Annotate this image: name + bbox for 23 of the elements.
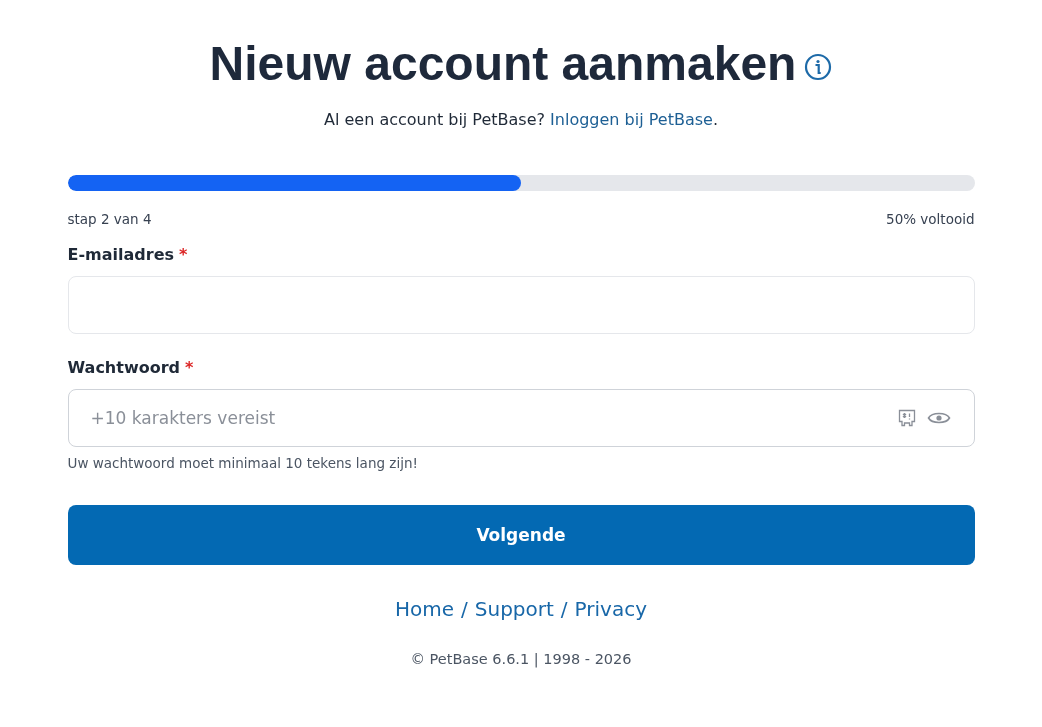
hint-text: Uw wachtwoord moet minimaal 10 tekens lang zijn! — [67, 455, 419, 471]
subtitle-text: Al een account bij PetBase? — [324, 110, 545, 129]
next-button[interactable]: Volgende — [67, 505, 975, 565]
required-mark: * — [179, 245, 188, 264]
input-field[interactable] — [67, 276, 975, 334]
separator-text: / — [560, 597, 568, 621]
eye-icon[interactable] — [926, 410, 951, 426]
step-text: stap 2 van 4 — [67, 211, 152, 227]
separator-text: / — [461, 597, 468, 621]
page-title: Nieuw account aanmaken — [209, 36, 797, 92]
copyright-text: © PetBase 6.6.1 | 1998 - 2026 — [409, 651, 633, 667]
login-link[interactable]: Inloggen bij PetBase — [550, 110, 713, 129]
keyboard-badge-icon[interactable] — [896, 408, 917, 428]
required-mark: * — [185, 358, 194, 377]
period-text: . — [712, 110, 718, 129]
info-icon[interactable] — [804, 53, 833, 81]
input-field[interactable]: +10 karakters vereist — [67, 389, 975, 447]
footer-link[interactable]: Support — [474, 597, 554, 621]
field-label: Wachtwoord — [67, 358, 180, 377]
percent-text: 50% voltooid — [886, 211, 975, 227]
footer-link[interactable]: Privacy — [574, 597, 647, 621]
footer-link[interactable]: Home — [394, 597, 455, 621]
field-label: E-mailadres — [67, 245, 175, 264]
